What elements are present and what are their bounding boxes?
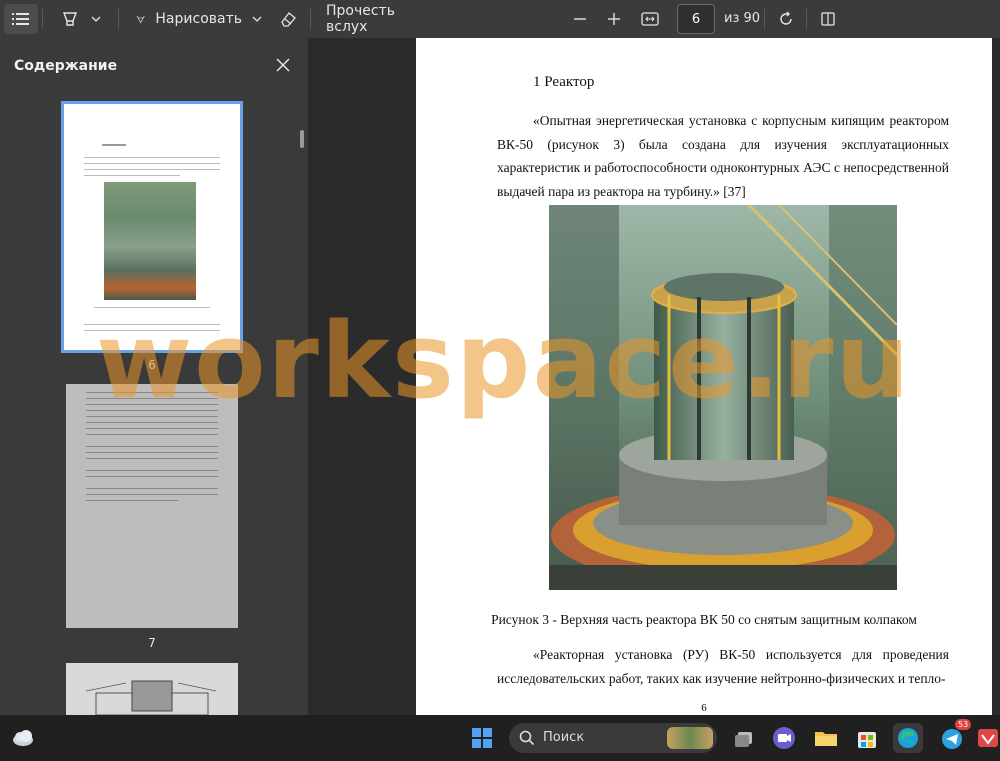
rotate-icon: [780, 11, 792, 25]
store-icon: [858, 732, 876, 748]
cloud-icon: [13, 730, 33, 746]
paragraph-intro: «Опытная энергетическая установка с корп…: [497, 113, 949, 199]
list-icon: [12, 13, 29, 25]
chevron-down-icon: [252, 16, 262, 22]
meet-app-button[interactable]: [769, 723, 799, 753]
start-button[interactable]: [467, 723, 497, 753]
telegram-badge: 53: [955, 719, 972, 730]
minus-icon: [574, 18, 586, 20]
task-view-icon: [735, 732, 752, 747]
app-icon: [978, 729, 998, 747]
edge-icon: [898, 728, 918, 748]
read-aloud-label: Прочесть вслух: [326, 3, 395, 35]
chevron-down-icon: [91, 16, 101, 22]
page-view-button[interactable]: [814, 4, 842, 34]
thumbnail-page-8[interactable]: [66, 663, 238, 715]
fit-width-button[interactable]: [636, 4, 664, 34]
pen-icon: [136, 15, 145, 24]
highlight-dropdown[interactable]: [88, 4, 104, 34]
folder-icon: [815, 732, 837, 746]
paragraph-second: «Реакторная установка (РУ) ВК-50 использ…: [497, 647, 949, 686]
draw-button[interactable]: Нарисовать: [130, 4, 242, 34]
page-number-footer: 6: [701, 702, 707, 714]
telegram-button[interactable]: 53: [937, 719, 972, 753]
search-icon: [519, 730, 535, 746]
weather-widget[interactable]: [8, 723, 38, 753]
draw-label: Нарисовать: [155, 11, 242, 27]
eraser-icon: [281, 12, 296, 27]
zoom-out-button[interactable]: [566, 4, 594, 34]
store-button[interactable]: [852, 723, 882, 753]
search-highlight-image: [667, 727, 713, 749]
figure-caption: Рисунок 3 - Верхняя часть реактора ВК 50…: [491, 612, 917, 627]
taskbar-search[interactable]: Поиск: [509, 723, 717, 753]
page-total-label: из 90: [724, 11, 761, 26]
read-aloud-button[interactable]: Прочесть вслух: [322, 3, 438, 35]
page-number-input[interactable]: 6: [677, 4, 715, 34]
document-viewer[interactable]: 1 Реактор «Опытная энергетическая устано…: [308, 38, 1000, 715]
fit-width-icon: [641, 12, 659, 26]
taskbar: Поиск 53: [0, 715, 1000, 761]
thumbnail-page-6[interactable]: [61, 101, 243, 353]
thumbnail-label-6: 6: [148, 358, 156, 372]
contents-toggle-button[interactable]: [4, 4, 38, 34]
page-view-icon: [821, 12, 835, 26]
camera-icon: [773, 727, 795, 749]
close-icon: [276, 58, 290, 72]
erase-button[interactable]: [274, 4, 302, 34]
edge-button[interactable]: [893, 723, 923, 753]
app-button[interactable]: [976, 723, 1000, 753]
thumbnail-page-7[interactable]: [66, 384, 238, 628]
task-view-button[interactable]: [730, 723, 760, 753]
zoom-in-button[interactable]: [600, 4, 628, 34]
highlight-button[interactable]: [56, 4, 84, 34]
plus-icon: [608, 13, 620, 25]
thumbnail-label-7: 7: [148, 636, 156, 650]
draw-dropdown[interactable]: [249, 4, 265, 34]
file-explorer-button[interactable]: [811, 723, 841, 753]
diagram-thumbnail: [85, 680, 217, 715]
section-heading: 1 Реактор: [533, 74, 595, 90]
sidebar-scrollbar[interactable]: [300, 130, 304, 148]
sidebar-title: Содержание: [14, 58, 118, 74]
sidebar-close-button[interactable]: [272, 54, 294, 76]
document-page: 1 Реактор «Опытная энергетическая устано…: [416, 38, 992, 715]
toolbar: Нарисовать Прочесть вслух 6 из 90: [0, 0, 1000, 38]
reactor-image: [549, 205, 897, 590]
page-number-value: 6: [691, 11, 701, 27]
highlighter-icon: [62, 12, 78, 26]
windows-icon: [472, 728, 492, 748]
rotate-button[interactable]: [772, 4, 800, 34]
contents-sidebar: Содержание 6 7: [0, 38, 308, 715]
search-label: Поиск: [543, 730, 585, 745]
reactor-photo: [549, 205, 897, 590]
